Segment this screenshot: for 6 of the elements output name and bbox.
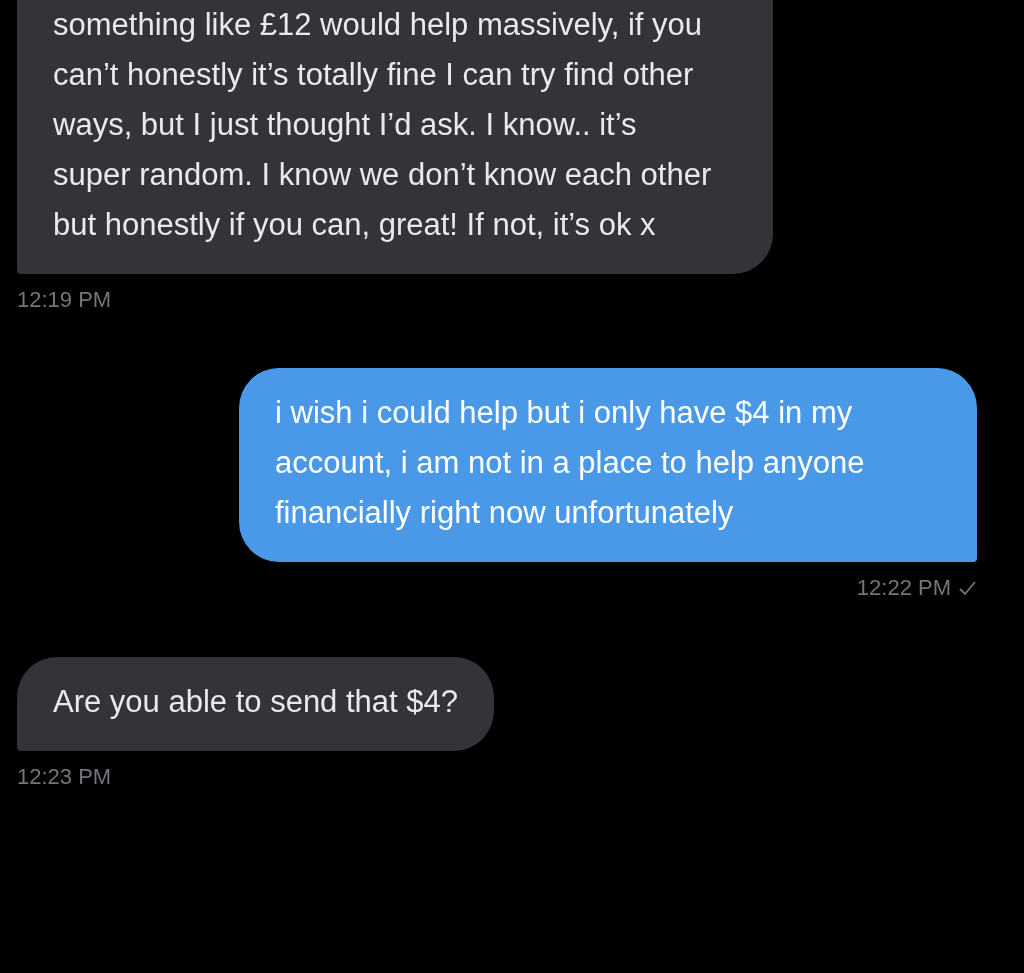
message-time: 12:19 PM <box>17 287 112 313</box>
message-text: i wish i could help but i only have $4 in my account, i am not in a place to help anyone financially right now unfortunately <box>275 395 865 530</box>
message-text: Are you able to send that $4? <box>53 684 458 719</box>
message-time: 12:23 PM <box>17 764 112 790</box>
message-text: something like £12 would help massively, if you can’t honestly it’s totally fine I can try find other ways, but I just thought I’d ask. I know.. it’s super random. I know we don’t know each other but honestly if you can, great! If not, it’s ok x <box>53 7 712 242</box>
message-time: 12:22 PM <box>856 575 951 601</box>
